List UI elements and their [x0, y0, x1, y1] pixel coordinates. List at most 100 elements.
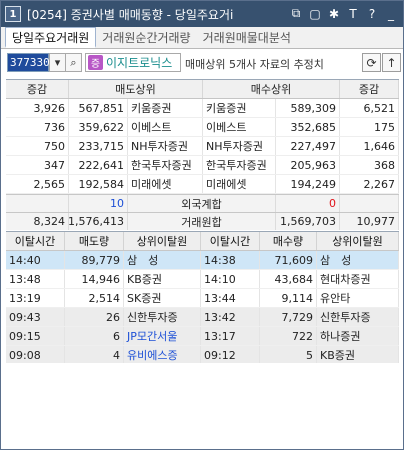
buy-broker[interactable]: 하나증권 [317, 327, 399, 345]
buy-qty: 43,684 [260, 270, 317, 288]
buy-time: 09:12 [201, 346, 260, 364]
buy-broker[interactable]: 한국투자증권 [203, 156, 276, 174]
buy-change: 6,521 [340, 99, 399, 117]
buy-broker[interactable]: 유안타 [317, 289, 399, 307]
total-sell-change: 8,324 [6, 213, 69, 230]
sell-broker[interactable]: JP모간서울 [124, 327, 201, 345]
sell-qty: 192,584 [69, 175, 128, 193]
text-size-icon[interactable]: T [345, 5, 361, 22]
sell-broker[interactable]: 미래에셋 [128, 175, 203, 193]
table-row[interactable]: 2,565 192,584 미래에셋 미래에셋 194,249 2,267 [6, 175, 399, 194]
header-buy-change: 증감 [340, 80, 399, 98]
stock-market-badge: 증 [88, 55, 103, 70]
foreign-sum-row: 10 외국계합 0 [6, 194, 399, 212]
header-sell-change: 증감 [6, 80, 69, 98]
window-title: [0254] 증권사별 매매동향 - 당일주요거i [27, 7, 234, 22]
buy-change: 368 [340, 156, 399, 174]
buy-qty: 7,729 [260, 308, 317, 326]
buy-broker[interactable]: 신한투자증 [317, 308, 399, 326]
table-row[interactable]: 750 233,715 NH투자증권 NH투자증권 227,497 1,646 [6, 137, 399, 156]
table-row[interactable]: 347 222,641 한국투자증권 한국투자증권 205,963 368 [6, 156, 399, 175]
help-icon[interactable]: ? [364, 5, 380, 22]
tab-daily-brokers[interactable]: 당일주요거래원 [5, 27, 97, 48]
tab-bar: 당일주요거래원 거래원순간거래량 거래원매물대분석 [1, 27, 403, 49]
buy-broker[interactable]: NH투자증권 [203, 137, 276, 155]
broker-total-label: 거래원합 [128, 213, 276, 230]
sell-qty: 6 [65, 327, 124, 345]
sell-change: 2,565 [6, 175, 69, 193]
foreign-sell-qty: 10 [69, 195, 128, 212]
buy-qty: 9,114 [260, 289, 317, 307]
header-buy-time: 이탈시간 [201, 232, 260, 250]
buy-time: 14:38 [201, 251, 260, 269]
departure-grid: 이탈시간 매도량 상위이탈원 이탈시간 매수량 상위이탈원 14:40 89,7… [6, 231, 399, 365]
window: 1 [0254] 증권사별 매매동향 - 당일주요거i ⧉ ▢ ✱ T ? _ … [0, 0, 404, 450]
header-sell-time: 이탈시간 [6, 232, 65, 250]
dropdown-icon[interactable]: ▾ [49, 53, 66, 72]
sell-change: 3,926 [6, 99, 69, 117]
buy-change: 2,267 [340, 175, 399, 193]
tab-broker-volume[interactable]: 거래원순간거래량 [96, 27, 196, 48]
buy-broker[interactable]: 현대차증권 [317, 270, 399, 288]
buy-qty: 589,309 [276, 99, 340, 117]
sell-broker[interactable]: 유비에스증 [124, 346, 201, 364]
tab-broker-supply[interactable]: 거래원매물대분석 [197, 27, 297, 48]
sell-time: 09:08 [6, 346, 65, 364]
sell-broker[interactable]: 한국투자증권 [128, 156, 203, 174]
sell-time: 13:48 [6, 270, 65, 288]
stock-name: 이지트로닉스 [106, 56, 173, 70]
refresh-icon[interactable]: ⟳ [362, 53, 381, 72]
sell-broker[interactable]: SK증권 [124, 289, 201, 307]
buy-broker[interactable]: 이베스트 [203, 118, 276, 136]
search-icon[interactable]: ⌕ [65, 53, 82, 72]
sell-qty: 4 [65, 346, 124, 364]
pin-icon[interactable]: ✱ [326, 5, 342, 22]
buy-broker[interactable]: 키움증권 [203, 99, 276, 117]
sell-broker[interactable]: NH투자증권 [128, 137, 203, 155]
header-top-buyers: 매수상위 [203, 80, 340, 98]
sell-qty: 26 [65, 308, 124, 326]
header-buy-qty: 매수량 [260, 232, 317, 250]
up-arrow-icon[interactable]: ↑ [382, 53, 401, 72]
link-icon[interactable]: ⧉ [288, 5, 304, 22]
buy-time: 14:10 [201, 270, 260, 288]
header-buy-departed: 상위이탈원 [317, 232, 399, 250]
table-row[interactable]: 09:43 26 신한투자증 13:42 7,729 신한투자증 [6, 308, 399, 327]
window-number: 1 [5, 6, 21, 22]
minimize-icon[interactable]: _ [383, 5, 399, 22]
total-buy-change: 10,977 [340, 213, 399, 230]
stock-name-field: 증 이지트로닉스 [85, 53, 181, 72]
buy-broker[interactable]: 삼 성 [317, 251, 399, 269]
window-icon[interactable]: ▢ [307, 5, 323, 22]
sell-change: 736 [6, 118, 69, 136]
total-buy-qty: 1,569,703 [276, 213, 340, 230]
header-sell-qty: 매도량 [65, 232, 124, 250]
sell-qty: 567,851 [69, 99, 128, 117]
sell-broker[interactable]: 이베스트 [128, 118, 203, 136]
buy-time: 13:42 [201, 308, 260, 326]
top-brokers-grid: 증감 매도상위 매수상위 증감 3,926 567,851 키움증권 키움증권 … [6, 79, 399, 230]
broker-total-row: 8,324 1,576,413 거래원합 1,569,703 10,977 [6, 212, 399, 230]
foreign-buy-qty: 0 [276, 195, 340, 212]
stock-code-input[interactable]: 377330 [7, 53, 50, 72]
buy-qty: 352,685 [276, 118, 340, 136]
sell-change: 347 [6, 156, 69, 174]
table-row[interactable]: 3,926 567,851 키움증권 키움증권 589,309 6,521 [6, 99, 399, 118]
sell-broker[interactable]: KB증권 [124, 270, 201, 288]
table-row[interactable]: 736 359,622 이베스트 이베스트 352,685 175 [6, 118, 399, 137]
buy-broker[interactable]: 미래에셋 [203, 175, 276, 193]
buy-time: 13:44 [201, 289, 260, 307]
sell-broker[interactable]: 삼 성 [124, 251, 201, 269]
sell-qty: 359,622 [69, 118, 128, 136]
table-row[interactable]: 13:19 2,514 SK증권 13:44 9,114 유안타 [6, 289, 399, 308]
table-row[interactable]: 13:48 14,946 KB증권 14:10 43,684 현대차증권 [6, 270, 399, 289]
foreign-sum-label: 외국계합 [128, 195, 276, 212]
sell-time: 09:43 [6, 308, 65, 326]
sell-time: 09:15 [6, 327, 65, 345]
table-row[interactable]: 09:15 6 JP모간서울 13:17 722 하나증권 [6, 327, 399, 346]
buy-broker[interactable]: KB증권 [317, 346, 399, 364]
sell-qty: 89,779 [65, 251, 124, 269]
table-row[interactable]: 14:40 89,779 삼 성 14:38 71,609 삼 성 [6, 251, 399, 270]
sell-broker[interactable]: 신한투자증 [124, 308, 201, 326]
sell-broker[interactable]: 키움증권 [128, 99, 203, 117]
